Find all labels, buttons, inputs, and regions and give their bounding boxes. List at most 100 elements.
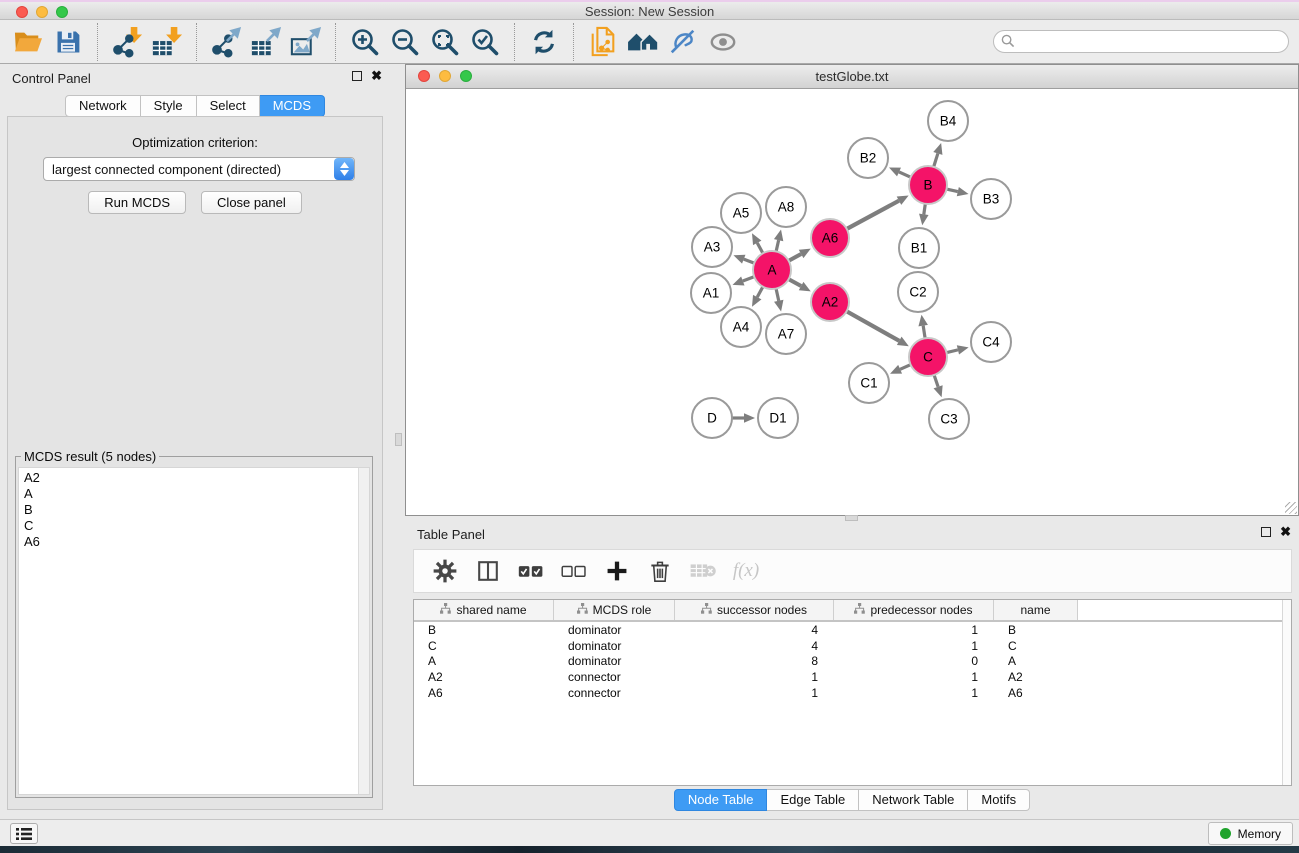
task-history-button[interactable] — [10, 823, 38, 844]
node-A1[interactable]: A1 — [691, 273, 731, 313]
table-close-panel-icon[interactable]: ✖ — [1280, 527, 1291, 537]
result-item[interactable]: B — [19, 502, 369, 518]
edge-A2-C[interactable] — [844, 310, 909, 346]
node-table: shared nameMCDS role successor nodes prede… — [413, 599, 1292, 786]
refresh-icon[interactable] — [524, 23, 564, 61]
column-label: successor nodes — [717, 603, 807, 617]
edge-C-C3[interactable] — [933, 372, 943, 397]
tab-motifs[interactable]: Motifs — [968, 789, 1030, 811]
svg-text:A2: A2 — [822, 295, 839, 310]
table-row[interactable]: Cdominator41C — [414, 638, 1291, 654]
clone-network-icon[interactable] — [583, 23, 623, 61]
node-A2[interactable]: A2 — [811, 283, 849, 321]
import-network-icon[interactable] — [107, 23, 147, 61]
node-C4[interactable]: C4 — [971, 322, 1011, 362]
table-row[interactable]: Adominator80A — [414, 654, 1291, 670]
node-A8[interactable]: A8 — [766, 187, 806, 227]
result-item[interactable]: C — [19, 518, 369, 534]
tab-node-table[interactable]: Node Table — [674, 789, 768, 811]
export-table-icon[interactable] — [246, 23, 286, 61]
panel-divider-grip[interactable] — [395, 433, 402, 446]
tab-select[interactable]: Select — [197, 95, 260, 117]
node-A[interactable]: A — [753, 251, 791, 289]
tab-network-table[interactable]: Network Table — [859, 789, 968, 811]
tab-mcds[interactable]: MCDS — [260, 95, 325, 117]
node-C2[interactable]: C2 — [898, 272, 938, 312]
zoom-in-icon[interactable] — [345, 23, 385, 61]
add-icon[interactable] — [600, 553, 634, 589]
column-header[interactable]: predecessor nodes — [834, 600, 994, 620]
node-A3[interactable]: A3 — [692, 227, 732, 267]
node-D[interactable]: D — [692, 398, 732, 438]
table-cell: 1 — [834, 670, 994, 684]
svg-text:A5: A5 — [733, 206, 750, 221]
node-A6[interactable]: A6 — [811, 219, 849, 257]
zoom-selected-icon[interactable] — [465, 23, 505, 61]
zoom-out-icon[interactable] — [385, 23, 425, 61]
close-panel-icon[interactable]: ✖ — [371, 71, 382, 81]
node-A4[interactable]: A4 — [721, 307, 761, 347]
eye-icon[interactable] — [703, 23, 743, 61]
node-C1[interactable]: C1 — [849, 363, 889, 403]
node-B4[interactable]: B4 — [928, 101, 968, 141]
column-header[interactable]: MCDS role — [554, 600, 675, 620]
node-A7[interactable]: A7 — [766, 314, 806, 354]
result-item[interactable]: A2 — [19, 470, 369, 486]
columns-icon[interactable] — [471, 553, 505, 589]
table-row[interactable]: Bdominator41B — [414, 622, 1291, 638]
deselect-all-icon[interactable] — [557, 553, 591, 589]
table-scrollbar[interactable] — [1282, 600, 1291, 785]
svg-text:B2: B2 — [860, 151, 877, 166]
svg-text:C1: C1 — [860, 376, 877, 391]
save-session-icon[interactable] — [48, 23, 88, 61]
home-icon[interactable] — [623, 23, 663, 61]
table-row[interactable]: A6connector11A6 — [414, 685, 1291, 701]
window-resize-grip[interactable] — [1285, 502, 1297, 514]
table-row[interactable]: A2connector11A2 — [414, 669, 1291, 685]
result-item[interactable]: A6 — [19, 534, 369, 550]
import-table-icon[interactable] — [147, 23, 187, 61]
float-panel-icon[interactable] — [352, 71, 362, 81]
close-panel-button[interactable]: Close panel — [201, 191, 302, 214]
table-header-row: shared nameMCDS role successor nodes prede… — [414, 600, 1291, 622]
memory-button[interactable]: Memory — [1208, 822, 1293, 845]
node-C3[interactable]: C3 — [929, 399, 969, 439]
run-mcds-button[interactable]: Run MCDS — [88, 191, 186, 214]
open-file-icon[interactable] — [8, 23, 48, 61]
edge-A-A6[interactable] — [786, 249, 811, 263]
network-canvas[interactable]: B4 B2 B B3 A8 A5 A6 A3 B1 A C2 A1 A2 A4A7 C4 C C1 D D1 C3 — [406, 89, 1298, 515]
tab-network[interactable]: Network — [65, 95, 141, 117]
graphics-details-icon[interactable] — [663, 23, 703, 61]
result-item[interactable]: A — [19, 486, 369, 502]
delete-icon[interactable] — [643, 553, 677, 589]
settings-icon[interactable] — [428, 553, 462, 589]
edge-B-B2[interactable] — [889, 167, 913, 178]
table-cell: 1 — [675, 686, 834, 700]
column-header[interactable]: successor nodes — [675, 600, 834, 620]
criterion-select[interactable]: largest connected component (directed) — [43, 157, 355, 181]
search-input[interactable] — [993, 30, 1289, 53]
tab-style[interactable]: Style — [141, 95, 197, 117]
export-image-icon[interactable] — [286, 23, 326, 61]
edge-A-A2[interactable] — [786, 278, 811, 292]
edge-B-B4[interactable] — [933, 143, 943, 170]
node-B1[interactable]: B1 — [899, 228, 939, 268]
zoom-fit-icon[interactable] — [425, 23, 465, 61]
result-scrollbar[interactable] — [358, 468, 369, 794]
node-A5[interactable]: A5 — [721, 193, 761, 233]
network-graph: B4 B2 B B3 A8 A5 A6 A3 B1 A C2 A1 A2 A4A7 C4 C C1 D D1 C3 — [406, 89, 1298, 516]
edge-A6-B[interactable] — [844, 195, 909, 230]
column-header[interactable]: shared name — [414, 600, 554, 620]
export-network-icon[interactable] — [206, 23, 246, 61]
tab-edge-table[interactable]: Edge Table — [767, 789, 859, 811]
app-titlebar: Session: New Session — [0, 0, 1299, 20]
select-all-icon[interactable] — [514, 553, 548, 589]
column-header[interactable]: name — [994, 600, 1078, 620]
node-D1[interactable]: D1 — [758, 398, 798, 438]
node-B2[interactable]: B2 — [848, 138, 888, 178]
node-C[interactable]: C — [909, 338, 947, 376]
node-B[interactable]: B — [909, 166, 947, 204]
node-B3[interactable]: B3 — [971, 179, 1011, 219]
table-float-panel-icon[interactable] — [1261, 527, 1271, 537]
table-cell: A6 — [994, 686, 1078, 700]
